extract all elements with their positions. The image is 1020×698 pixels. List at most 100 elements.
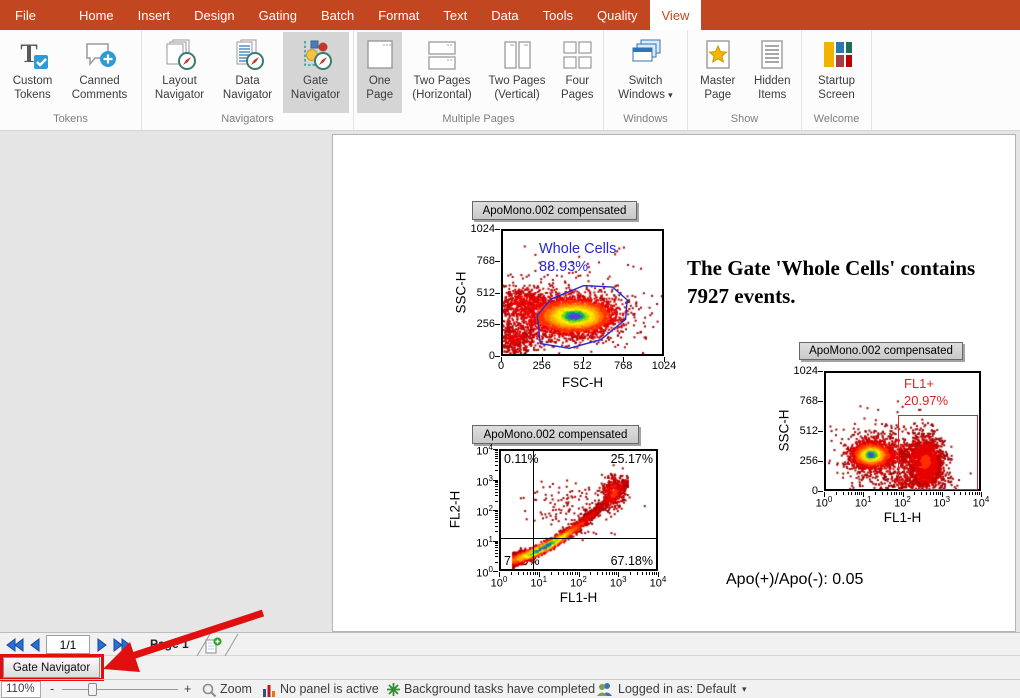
switch-windows-icon <box>629 38 663 72</box>
axis-tick <box>558 572 559 575</box>
axis-tick <box>551 572 552 575</box>
tab-data[interactable]: Data <box>479 0 530 30</box>
logged-in-text[interactable]: Logged in as: Default <box>618 682 736 696</box>
tab-quality[interactable]: Quality <box>585 0 649 30</box>
page-tab[interactable]: Page 1 <box>150 637 189 651</box>
group-label-navigators: Navigators <box>144 113 351 130</box>
tab-file[interactable]: File <box>0 0 51 30</box>
axis-tick <box>518 572 519 575</box>
y-tick-label: 1024 <box>465 223 495 235</box>
startup-screen-label: Startup Screen <box>809 75 865 103</box>
apo-ratio-text[interactable]: Apo(+)/Apo(-): 0.05 <box>726 571 863 589</box>
layout-navigator-icon <box>163 38 197 72</box>
axis-tick <box>495 515 498 516</box>
add-page-button[interactable] <box>205 637 222 654</box>
one-page-label: One Page <box>360 75 399 103</box>
tab-tools[interactable]: Tools <box>531 0 585 30</box>
master-page-icon <box>701 38 735 72</box>
next-page-button[interactable] <box>97 638 108 652</box>
tab-home[interactable]: Home <box>67 0 126 30</box>
tab-view[interactable]: View <box>650 0 702 30</box>
zoom-value-box[interactable]: 110% <box>1 681 41 698</box>
y-tick-label: 768 <box>465 255 495 267</box>
one-page-button[interactable]: One Page <box>357 32 402 113</box>
axis-tick <box>495 486 498 487</box>
canned-comments-button[interactable]: Canned Comments <box>63 32 137 113</box>
axis-tick <box>818 371 823 372</box>
x-tick-label: 768 <box>607 360 639 372</box>
tab-design[interactable]: Design <box>182 0 246 30</box>
first-page-button[interactable] <box>6 638 24 652</box>
data-navigator-button[interactable]: Data Navigator <box>215 32 281 113</box>
tab-batch[interactable]: Batch <box>309 0 366 30</box>
tab-insert[interactable]: Insert <box>126 0 183 30</box>
one-page-icon <box>363 38 397 72</box>
x-tick-label: 104 <box>965 495 997 510</box>
custom-tokens-button[interactable]: T Custom Tokens <box>5 32 61 113</box>
zoom-in-button[interactable]: + <box>184 682 191 696</box>
axis-tick <box>493 510 498 511</box>
group-label-windows: Windows <box>606 113 685 130</box>
startup-screen-icon <box>820 38 854 72</box>
y-tick-label: 512 <box>788 425 818 437</box>
hidden-items-icon <box>755 38 789 72</box>
gate-events-text[interactable]: The Gate 'Whole Cells' contains 7927 eve… <box>687 255 1012 310</box>
axis-tick <box>882 492 883 495</box>
ribbon-group-navigators: Layout Navigator Data Navigator <box>142 30 354 130</box>
gate-navigator-label: Gate Navigator <box>286 75 346 103</box>
panel-status-icon <box>263 683 276 697</box>
axis-tick <box>495 513 498 514</box>
zoom-label: Zoom <box>220 682 252 696</box>
two-pages-vertical-icon <box>500 38 534 72</box>
previous-page-button[interactable] <box>29 638 40 652</box>
master-page-button[interactable]: Master Page <box>691 32 744 113</box>
axis-tick <box>495 356 500 357</box>
zoom-slider-track[interactable] <box>62 689 178 690</box>
axis-tick <box>818 491 823 492</box>
hidden-items-button[interactable]: Hidden Items <box>746 32 798 113</box>
gate-label[interactable]: FL1+20.97% <box>904 376 948 410</box>
axis-tick <box>637 572 638 575</box>
layout-navigator-button[interactable]: Layout Navigator <box>147 32 213 113</box>
density-plot-canvas <box>501 451 656 569</box>
two-pages-vertical-button[interactable]: Two Pages (Vertical) <box>481 32 552 113</box>
axis-tick <box>495 545 498 546</box>
zoom-out-button[interactable]: - <box>50 682 54 696</box>
tab-format[interactable]: Format <box>366 0 431 30</box>
custom-tokens-label: Custom Tokens <box>8 75 58 103</box>
data-navigator-label: Data Navigator <box>218 75 278 103</box>
gate-navigator-button[interactable]: Gate Navigator <box>283 32 349 113</box>
group-label-welcome: Welcome <box>804 113 869 130</box>
background-tasks-text: Background tasks have completed <box>404 682 595 696</box>
ribbon: T Custom Tokens Canned Comments Tokens <box>0 30 1020 131</box>
y-axis-label: SSC-H <box>777 371 792 491</box>
startup-screen-button[interactable]: Startup Screen <box>806 32 868 113</box>
two-pages-horizontal-button[interactable]: Two Pages (Horizontal) <box>404 32 479 113</box>
axis-tick <box>495 556 498 557</box>
four-pages-button[interactable]: Four Pages <box>555 32 600 113</box>
last-page-button[interactable] <box>113 638 131 652</box>
axis-tick <box>495 489 498 490</box>
axis-tick <box>495 501 498 502</box>
gate-label[interactable]: Whole Cells88.93% <box>539 240 616 276</box>
gate-rectangle[interactable] <box>898 415 979 490</box>
y-tick-label: 102 <box>463 504 493 519</box>
status-bar: 110% - + Zoom No panel is active Backgro… <box>0 679 1020 698</box>
page-indicator[interactable]: 1/1 <box>46 635 90 654</box>
ribbon-group-tokens: T Custom Tokens Canned Comments Tokens <box>0 30 142 130</box>
zoom-slider-thumb[interactable] <box>88 683 97 696</box>
axis-tick <box>495 461 498 462</box>
axis-tick <box>493 449 498 450</box>
tab-gating[interactable]: Gating <box>247 0 309 30</box>
axis-tick <box>843 492 844 495</box>
tab-text[interactable]: Text <box>431 0 479 30</box>
hidden-items-label: Hidden Items <box>749 75 795 103</box>
axis-tick <box>493 571 498 572</box>
switch-windows-button[interactable]: Switch Windows ▾ <box>607 32 684 113</box>
y-tick-label: 256 <box>788 455 818 467</box>
y-tick-label: 0 <box>465 350 495 362</box>
gate-navigator-icon <box>299 38 333 72</box>
login-dropdown-caret[interactable]: ▾ <box>742 684 747 695</box>
axis-tick <box>493 541 498 542</box>
axis-tick <box>960 492 961 495</box>
